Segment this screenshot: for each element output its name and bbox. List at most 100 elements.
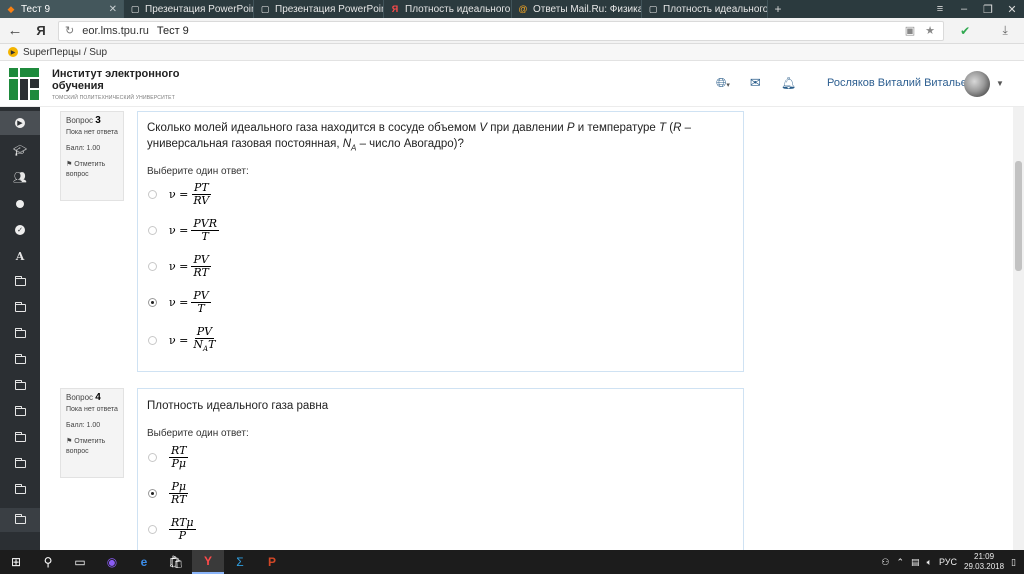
powerpoint-icon[interactable]: P (256, 550, 288, 574)
sidebar-item-badges[interactable] (0, 192, 40, 216)
question-status: Пока нет ответа (66, 129, 118, 136)
tab-density-yandex[interactable]: Я Плотность идеального газа (384, 0, 512, 18)
tab-mailru[interactable]: @ Ответы Mail.Ru: Физика. Мо (512, 0, 642, 18)
flag-question-button[interactable]: ⚑ Отметить вопрос (66, 437, 118, 457)
radio-button[interactable] (148, 525, 157, 534)
sidebar-toggle[interactable]: ▶ (0, 111, 40, 135)
arrow-right-circle-icon: ▶ (15, 118, 25, 128)
radio-button[interactable] (148, 453, 157, 462)
protect-icon[interactable]: ▣ (905, 24, 915, 37)
tab-powerpoint-1[interactable]: ▢ Презентация PowerPoint (124, 0, 254, 18)
sidebar-item-grades[interactable]: A (0, 244, 40, 268)
close-icon[interactable]: ✕ (103, 4, 117, 15)
windows-start-icon[interactable]: ⊞ (0, 550, 32, 574)
answer-option-b[interactable]: ν = PVR T (148, 218, 220, 243)
radio-button[interactable] (148, 262, 157, 271)
answer-option-c[interactable]: RTμ P (148, 517, 196, 542)
task-view-icon[interactable]: ▭ (64, 550, 96, 574)
answer-option-e[interactable]: ν = PV NAT (148, 326, 217, 355)
tab-density[interactable]: ▢ Плотность идеального газа (642, 0, 768, 18)
user-name[interactable]: Росляков Виталий Витальевич (827, 77, 985, 89)
formula-lhs: ν = (169, 296, 189, 309)
sidebar-item-folder-10[interactable] (0, 508, 40, 532)
maximize-icon[interactable]: ❐ (976, 3, 1000, 16)
bell-icon[interactable]: 🔔︎ (781, 76, 796, 90)
sidebar-item-folder-7[interactable] (0, 426, 40, 450)
sidebar-item-folder-2[interactable] (0, 296, 40, 320)
address-bar: ← Я ↻ eor.lms.tpu.ru Тест 9 ▣ ★ ✔ ⤓ (0, 18, 1024, 44)
flag-question-button[interactable]: ⚑ Отметить вопрос (66, 160, 118, 180)
chevron-down-icon[interactable]: ▼ (996, 79, 1004, 88)
tab-title: Презентация PowerPoint (275, 3, 384, 15)
minimize-icon[interactable]: – (952, 3, 976, 15)
answer-option-a[interactable]: RT Pμ (148, 445, 189, 470)
folder-icon (14, 484, 26, 494)
sidebar-item-folder-4[interactable] (0, 348, 40, 372)
reload-icon[interactable]: ↻ (65, 24, 74, 37)
tray-chevron-icon[interactable]: ⌃ (897, 557, 905, 568)
radio-button-selected[interactable] (148, 298, 157, 307)
avatar[interactable] (964, 71, 990, 97)
network-icon[interactable]: ▤ (911, 557, 920, 568)
yandex-logo[interactable]: Я (30, 23, 52, 38)
clock[interactable]: 21:09 29.03.2018 (964, 552, 1004, 572)
search-icon[interactable]: ⚲ (32, 550, 64, 574)
sidebar-item-courses[interactable]: 🎓︎ (0, 138, 40, 162)
sidebar-item-folder-9[interactable] (0, 478, 40, 502)
sidebar-item-folder-8[interactable] (0, 452, 40, 476)
tab-test9[interactable]: ◆ Тест 9 ✕ (0, 0, 124, 18)
radio-button[interactable] (148, 336, 157, 346)
yandex-browser-icon[interactable]: Y (192, 550, 224, 574)
people-icon[interactable]: ⚇ (881, 557, 889, 568)
menu-icon[interactable]: ≡ (928, 3, 952, 15)
question-box-4: Плотность идеального газа равна Выберите… (137, 388, 744, 558)
answer-option-b[interactable]: Pμ RT (148, 481, 188, 506)
folder-icon (14, 458, 26, 468)
radio-button[interactable] (148, 190, 157, 199)
bookmark-item[interactable]: SuperПерцы / Sup (23, 47, 107, 58)
window-close-icon[interactable]: ✕ (1000, 3, 1024, 16)
sidebar-item-participants[interactable]: 👥︎ (0, 165, 40, 189)
download-icon[interactable]: ⤓ (1003, 23, 1008, 38)
new-tab-button[interactable]: + (768, 0, 788, 18)
viber-icon[interactable]: ◉ (96, 550, 128, 574)
radio-button[interactable] (148, 226, 157, 235)
answer-option-c[interactable]: ν = PV RT (148, 254, 211, 279)
tab-powerpoint-2[interactable]: ▢ Презентация PowerPoint (254, 0, 384, 18)
scrollbar-thumb[interactable] (1015, 161, 1022, 271)
check-circle-icon: ✓ (15, 225, 25, 235)
question-score: Балл: 1.00 (66, 422, 101, 429)
sidebar-item-folder-1[interactable] (0, 270, 40, 294)
formula-denominator: Pμ (171, 457, 186, 470)
radio-button-selected[interactable] (148, 489, 157, 498)
globe-icon[interactable]: 🌐︎▾ (716, 75, 730, 91)
store-icon[interactable]: 🛍︎ (160, 550, 192, 574)
tpu-logo[interactable] (9, 68, 39, 100)
sidebar-item-folder-3[interactable] (0, 322, 40, 346)
url-field[interactable]: ↻ eor.lms.tpu.ru Тест 9 ▣ ★ (58, 20, 944, 41)
vertical-scrollbar[interactable] (1013, 107, 1024, 550)
back-arrow-icon[interactable]: ← (0, 22, 30, 39)
answer-option-a[interactable]: ν = PT RV (148, 182, 211, 207)
answer-option-d[interactable]: ν = PV T (148, 290, 211, 315)
tab-title: Плотность идеального газа (405, 3, 511, 15)
shield-check-icon[interactable]: ✔ (960, 24, 970, 38)
sidebar-item-competencies[interactable]: ✓ (0, 218, 40, 242)
graduation-cap-icon: 🎓︎ (13, 144, 27, 157)
folder-icon (14, 406, 26, 416)
sidebar-item-folder-5[interactable] (0, 374, 40, 398)
edge-icon[interactable]: e (128, 550, 160, 574)
sidebar-item-folder-6[interactable] (0, 400, 40, 424)
tab-title: Презентация PowerPoint (145, 3, 254, 15)
bookmark-star-icon[interactable]: ★ (925, 24, 935, 37)
volume-icon[interactable]: 🔈︎ (927, 557, 932, 568)
mail-icon[interactable]: ✉ (750, 75, 761, 91)
visual-studio-icon[interactable]: Σ (224, 550, 256, 574)
notifications-icon[interactable]: ▯ (1011, 557, 1016, 568)
page-icon: ▢ (260, 3, 270, 14)
system-tray: ⚇ ⌃ ▤ 🔈︎ РУС 21:09 29.03.2018 ▯ (881, 552, 1024, 572)
flag-label: Отметить вопрос (66, 161, 106, 178)
language-indicator[interactable]: РУС (939, 557, 957, 567)
users-icon: 👥︎ (13, 171, 27, 184)
page-icon: ▢ (648, 3, 658, 14)
